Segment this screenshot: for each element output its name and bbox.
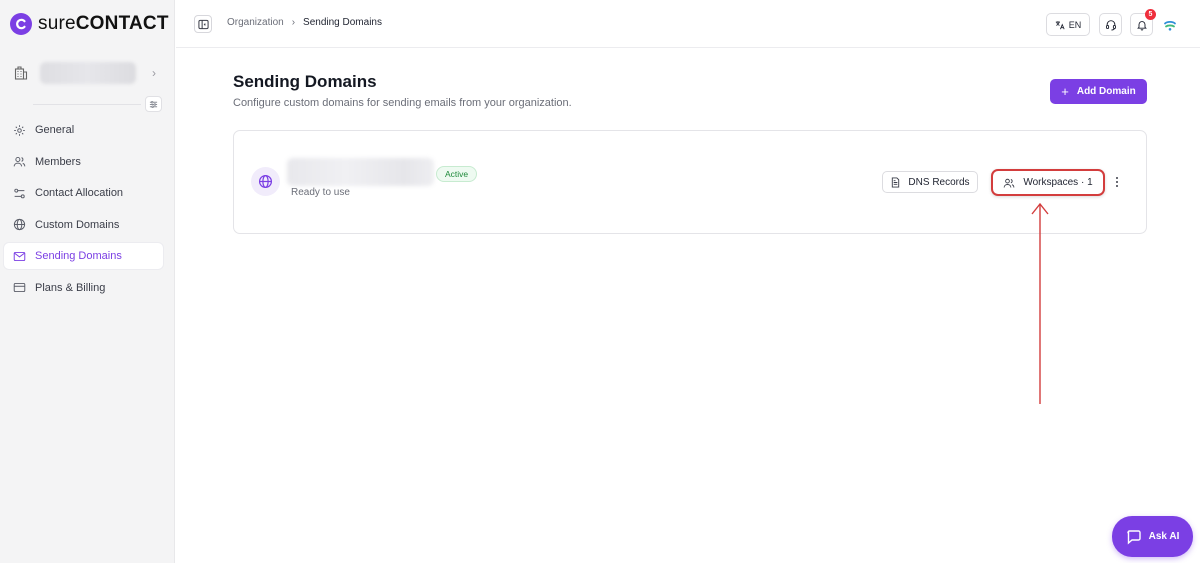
sidebar: sureCONTACT › General Members Contact Al… — [0, 0, 175, 563]
sidebar-item-label: General — [35, 124, 75, 136]
ask-ai-label: Ask AI — [1148, 531, 1180, 542]
sidebar-item-sending-domains[interactable]: Sending Domains — [4, 243, 163, 270]
sidebar-settings-toggle[interactable] — [145, 96, 162, 112]
organization-switcher[interactable]: › — [10, 56, 162, 90]
gear-icon — [12, 123, 27, 138]
sidebar-item-contact-allocation[interactable]: Contact Allocation — [4, 180, 163, 206]
credit-card-icon — [12, 280, 27, 295]
add-domain-button[interactable]: + Add Domain — [1050, 79, 1147, 104]
sidebar-item-custom-domains[interactable]: Custom Domains — [4, 212, 163, 238]
brand-name-bold: CONTACT — [75, 13, 169, 34]
notifications-button[interactable]: 5 — [1130, 9, 1156, 36]
ask-ai-button[interactable]: Ask AI — [1112, 516, 1193, 557]
allocation-icon — [12, 186, 27, 201]
annotation-arrow — [1031, 202, 1049, 404]
translate-icon — [1055, 20, 1065, 29]
notification-count-badge: 5 — [1145, 9, 1156, 20]
sidebar-item-members[interactable]: Members — [4, 149, 163, 175]
language-code: EN — [1068, 19, 1082, 30]
page-title: Sending Domains — [233, 72, 377, 91]
users-icon — [12, 154, 27, 169]
users-icon — [1004, 178, 1015, 188]
chevron-right-icon: › — [152, 66, 156, 80]
sidebar-item-general[interactable]: General — [4, 117, 163, 143]
sidebar-item-label: Contact Allocation — [35, 187, 124, 200]
domain-card: Active Ready to use DNS Records Workspac… — [233, 130, 1147, 234]
plus-icon: + — [1061, 84, 1069, 99]
building-icon — [10, 62, 32, 84]
chat-icon — [1126, 529, 1141, 545]
sidebar-collapse-button[interactable] — [194, 15, 212, 33]
brand-name-light: sure — [38, 13, 76, 34]
app-logo[interactable]: sureCONTACT — [10, 12, 169, 36]
language-selector[interactable]: EN — [1046, 13, 1090, 36]
domain-globe-icon — [251, 167, 280, 196]
globe-icon — [12, 217, 27, 232]
breadcrumb: Organization › Sending Domains — [227, 17, 382, 28]
domain-name-redacted — [287, 158, 434, 186]
workspaces-button[interactable]: Workspaces · 1 — [991, 169, 1105, 196]
dns-records-button[interactable]: DNS Records — [882, 171, 978, 193]
bell-icon — [1136, 20, 1147, 30]
page-subtitle: Configure custom domains for sending ema… — [233, 97, 572, 109]
brand-name: sureCONTACT — [38, 13, 169, 35]
sidebar-item-plans-billing[interactable]: Plans & Billing — [4, 275, 163, 301]
workspace-brand-icon[interactable] — [1162, 17, 1178, 33]
top-bar: Organization › Sending Domains EN 5 — [176, 0, 1200, 48]
sidebar-item-label: Plans & Billing — [35, 281, 106, 294]
sidebar-nav: General Members Contact Allocation Custo… — [4, 117, 163, 307]
sidebar-item-label: Custom Domains — [35, 218, 120, 231]
breadcrumb-organization[interactable]: Organization — [227, 17, 284, 28]
status-badge: Active — [436, 166, 478, 182]
more-options-icon[interactable] — [1111, 174, 1123, 190]
sidebar-divider — [33, 104, 141, 105]
dns-records-label: DNS Records — [908, 176, 970, 188]
organization-name-redacted — [40, 62, 136, 84]
add-domain-label: Add Domain — [1076, 86, 1136, 97]
sidebar-item-label: Sending Domains — [35, 250, 122, 263]
chevron-right-icon: › — [291, 17, 296, 28]
domain-status-description: Ready to use — [291, 187, 350, 198]
headset-icon — [1105, 19, 1116, 30]
logo-icon — [10, 13, 32, 35]
sidebar-item-label: Members — [35, 155, 81, 168]
mail-icon — [12, 249, 27, 264]
workspaces-label: Workspaces · 1 — [1023, 177, 1093, 188]
breadcrumb-current: Sending Domains — [303, 17, 382, 28]
document-icon — [892, 176, 900, 188]
support-button[interactable] — [1099, 13, 1122, 36]
